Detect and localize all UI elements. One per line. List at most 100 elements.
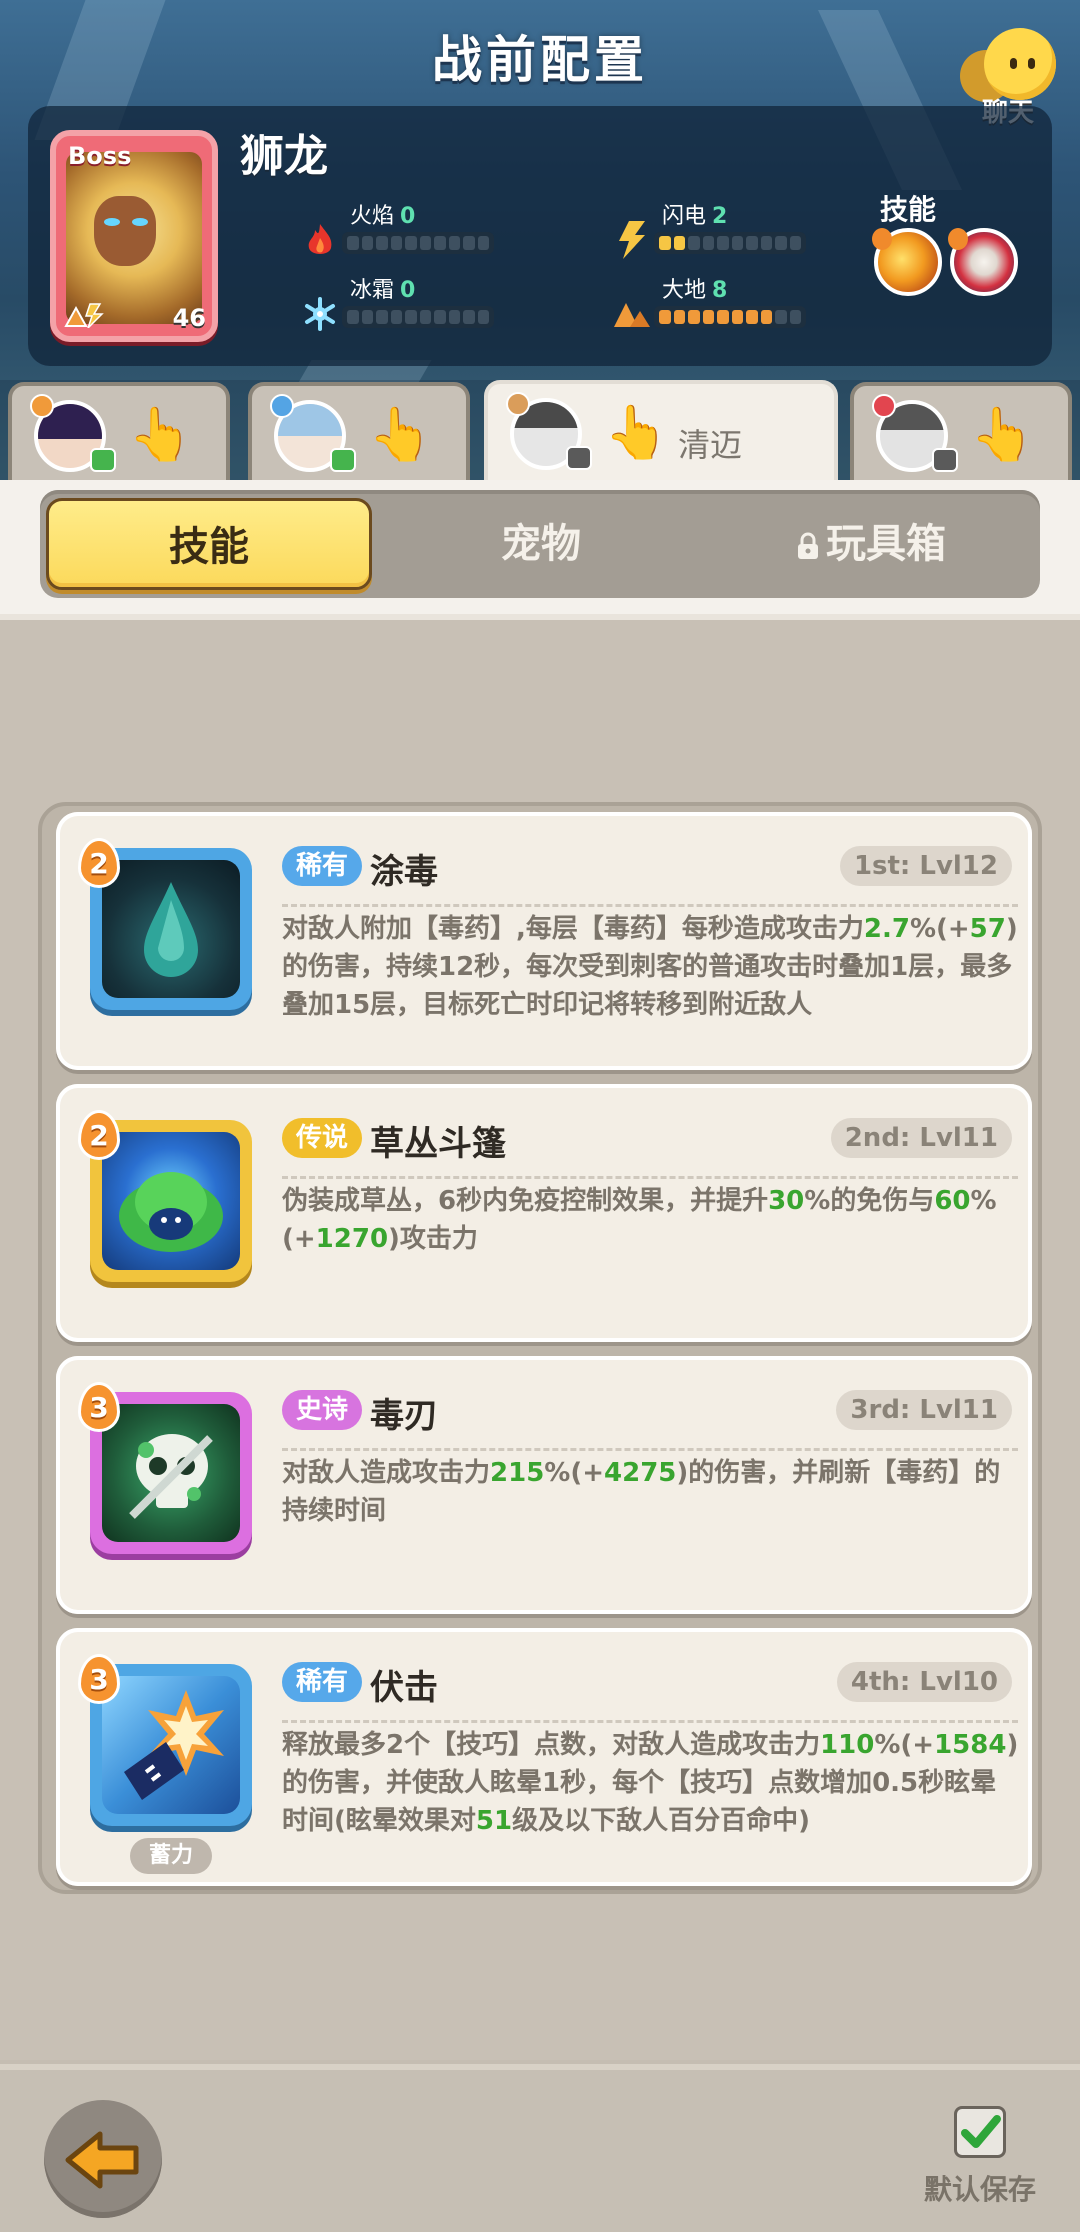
default-save-label: 默认保存 [923, 2173, 1036, 2206]
rarity-badge: 稀有 [282, 1662, 363, 1702]
poison-drop-icon [102, 860, 240, 998]
skill-card-1[interactable]: 2 稀有 涂毒 1st: Lvl12 对敌人附加【毒药】,每层【毒药】每秒造成攻… [56, 812, 1032, 1070]
checkbox[interactable] [954, 2106, 1006, 2158]
highlight-value: 57 [969, 914, 1006, 944]
chat-small-icon [566, 446, 592, 470]
earth-lightning-icon [64, 303, 104, 328]
earth-icon [612, 294, 652, 334]
skill-card-2[interactable]: 2 传说 草丛斗篷 2nd: Lvl11 伪装成草丛，6秒内免疫控制效果，并提升… [56, 1084, 1032, 1342]
highlight-value: 51 [475, 1806, 513, 1836]
desc-text: %(+ [544, 1458, 605, 1488]
stat-segment [463, 236, 475, 250]
rarity-badge: 传说 [282, 1118, 363, 1158]
earth-stat-bar [654, 306, 806, 328]
stat-segment [434, 310, 446, 324]
stat-segment [746, 236, 758, 250]
stat-segment [746, 310, 758, 324]
stat-segment [659, 236, 671, 250]
lower-area: 技能 宠物 玩具箱 2 稀有 涂毒 1st: Lvl12 对敌人附加【毒药】,每… [0, 480, 1080, 2060]
skill-description: 释放最多2个【技巧】点数，对敌人造成攻击力110%(+1584)的伤害，并使敌人… [282, 1726, 1022, 1840]
stat-segment [390, 310, 402, 324]
character-tab-4[interactable]: 👆 [850, 382, 1072, 490]
bush-cloak-icon [102, 1132, 240, 1270]
stat-segment [659, 310, 671, 324]
character-name: 清迈 [678, 426, 743, 464]
skill-count-badge: 2 [78, 1110, 120, 1160]
skill-count-badge: 3 [78, 1654, 120, 1704]
stat-segment [419, 310, 431, 324]
skill-description: 对敌人造成攻击力215%(+4275)的伤害，并刷新【毒药】的持续时间 [282, 1454, 1022, 1530]
checkmark-icon [961, 2115, 1001, 2148]
snowflake-icon [300, 294, 340, 334]
character-tab-1[interactable]: 👆 [8, 382, 230, 490]
highlight-value: 4275 [604, 1458, 677, 1488]
lion-dragon-portrait [94, 196, 156, 266]
desc-text: 级及以下敌人百分百命中) [512, 1806, 810, 1836]
default-save-toggle[interactable]: 默认保存 [910, 2106, 1050, 2216]
highlight-value: 60 [934, 1186, 971, 1216]
skill-card-4[interactable]: 3 稀有 伏击 4th: Lvl10 释放最多2个【技巧】点数，对敌人造成攻击力… [56, 1628, 1032, 1886]
stat-segment [448, 236, 460, 250]
skill-card-3[interactable]: 3 史诗 毒刃 3rd: Lvl11 对敌人造成攻击力215%(+4275)的伤… [56, 1356, 1032, 1614]
stat-earth: 大地 8 [602, 272, 812, 332]
lock-icon [798, 532, 818, 559]
character-tab-3[interactable]: 👆 清迈 [484, 380, 838, 492]
highlight-value: 30 [768, 1186, 805, 1216]
stat-segment [477, 236, 489, 250]
stat-segment [390, 236, 402, 250]
stat-segment [731, 310, 743, 324]
boss-name: 狮龙 [240, 131, 328, 182]
desc-text: %的免伤与 [804, 1186, 935, 1216]
desc-text: 对敌人造成攻击力 [282, 1458, 491, 1488]
ambush-strike-icon [102, 1676, 240, 1814]
boss-badge: Boss [68, 142, 132, 170]
back-arrow-icon [65, 2131, 139, 2189]
boss-skill-fire-swirl-icon[interactable] [872, 228, 942, 296]
slot-level-tag: 4th: Lvl10 [836, 1662, 1012, 1702]
pointing-hand-icon: 👆 [604, 403, 669, 463]
page-title: 战前配置 [432, 31, 648, 89]
tab-strip: 技能 宠物 玩具箱 [0, 480, 1080, 620]
stat-segment [376, 236, 388, 250]
tab-pets[interactable]: 宠物 [378, 498, 704, 590]
skill-count-badge: 3 [78, 1382, 120, 1432]
fire-stat-bar [342, 232, 494, 254]
stat-segment [760, 310, 772, 324]
boss-panel: Boss 46 狮龙 火焰 0 闪电 2 冰霜 0 大地 8 技能 [28, 106, 1052, 366]
boss-portrait-card[interactable]: Boss 46 [50, 130, 218, 342]
chat-small-icon [90, 448, 116, 472]
boss-skill-claw-icon[interactable] [948, 228, 1018, 296]
stat-segment [775, 310, 787, 324]
desc-text: )攻击力 [388, 1224, 478, 1254]
stat-segment [347, 236, 359, 250]
boss-skills-label: 技能 [880, 193, 937, 226]
skill-list: 2 稀有 涂毒 1st: Lvl12 对敌人附加【毒药】,每层【毒药】每秒造成攻… [38, 802, 1042, 1894]
skill-count-badge: 2 [78, 838, 120, 888]
desc-text: 对敌人附加【毒药】,每层【毒药】每秒造成攻击力 [282, 914, 864, 944]
desc-text: 伪装成草丛，6秒内免疫控制效果，并提升 [282, 1186, 769, 1216]
poison-skull-blade-icon [102, 1404, 240, 1542]
highlight-value: 110 [820, 1730, 875, 1760]
fire-icon [300, 220, 340, 260]
character-tab-2[interactable]: 👆 [248, 382, 470, 490]
stat-segment [448, 310, 460, 324]
tab-toybox-label: 玩具箱 [826, 521, 946, 567]
tab-bar: 技能 宠物 玩具箱 [40, 490, 1040, 598]
stat-segment [717, 236, 729, 250]
tab-skills[interactable]: 技能 [46, 498, 372, 590]
back-button[interactable] [44, 2100, 162, 2218]
element-badge-icon [872, 394, 896, 418]
slot-level-tag: 1st: Lvl12 [839, 846, 1012, 886]
desc-text: 释放最多2个【技巧】点数，对敌人造成攻击力 [282, 1730, 821, 1760]
pointing-hand-icon: 👆 [368, 405, 433, 465]
stat-segment [419, 236, 431, 250]
highlight-value: 215 [490, 1458, 545, 1488]
pointing-hand-icon: 👆 [128, 405, 193, 465]
stat-segment [760, 236, 772, 250]
charge-tag: 蓄力 [130, 1838, 212, 1874]
tab-toybox[interactable]: 玩具箱 [708, 498, 1034, 590]
stat-segment [775, 236, 787, 250]
desc-text: %(+ [909, 914, 970, 944]
stat-fire: 火焰 0 [290, 198, 500, 258]
desc-text: %(+ [874, 1730, 935, 1760]
